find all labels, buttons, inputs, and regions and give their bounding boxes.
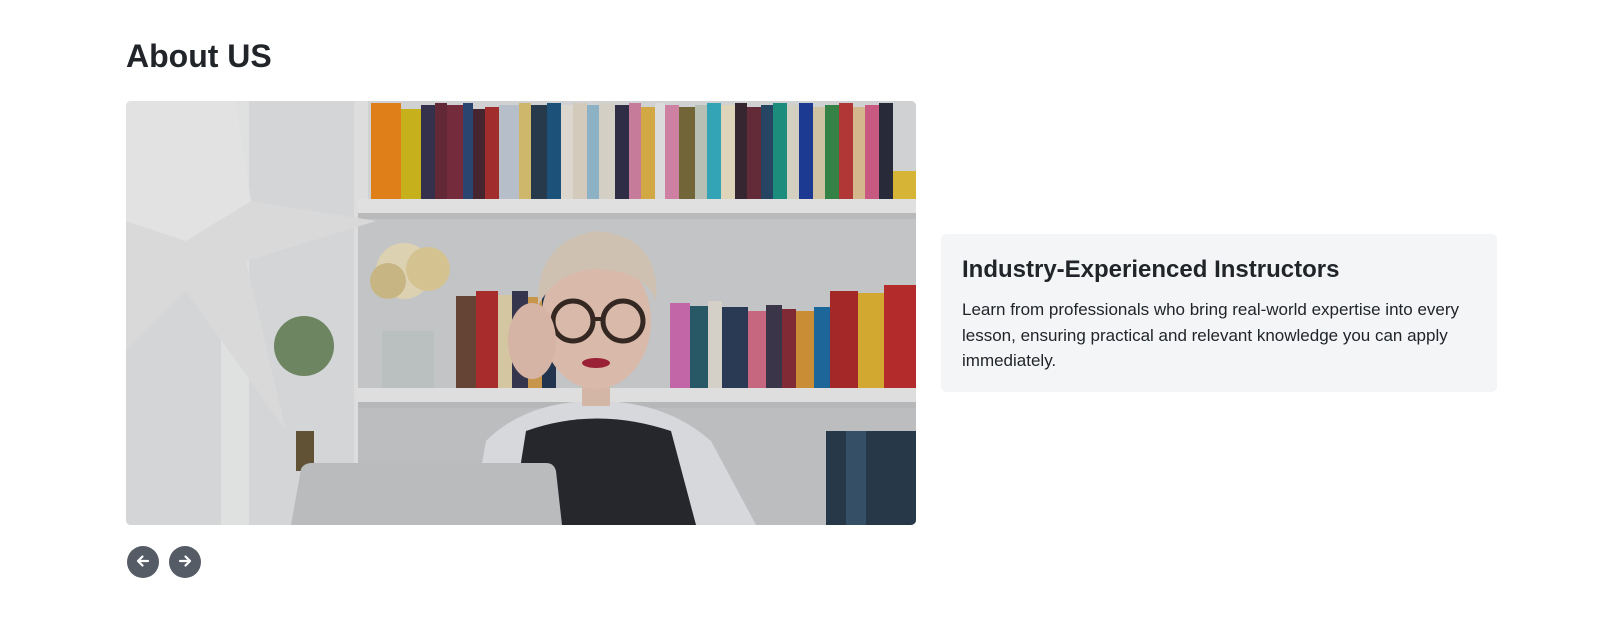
arrow-right-icon	[177, 553, 193, 572]
carousel-next-button[interactable]	[169, 546, 201, 578]
carousel-prev-button[interactable]	[127, 546, 159, 578]
slide-image	[126, 101, 916, 525]
slide-heading: Industry-Experienced Instructors	[962, 256, 1340, 283]
arrow-left-icon	[135, 553, 151, 572]
section-title: About US	[126, 38, 272, 74]
slide-description: Learn from professionals who bring real-…	[962, 300, 1460, 370]
slide-caption-card: Industry-Experienced Instructors Learn f…	[941, 234, 1497, 392]
